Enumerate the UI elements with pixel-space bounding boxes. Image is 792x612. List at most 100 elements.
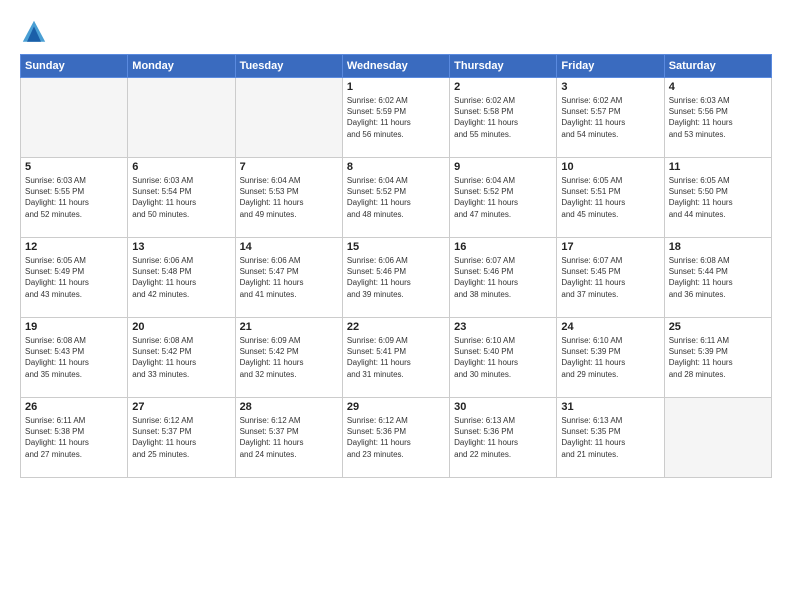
calendar-cell: 17 Sunrise: 6:07 AMSunset: 5:45 PMDayligh…	[557, 238, 664, 318]
calendar-cell: 10 Sunrise: 6:05 AMSunset: 5:51 PMDayligh…	[557, 158, 664, 238]
calendar-cell: 27 Sunrise: 6:12 AMSunset: 5:37 PMDayligh…	[128, 398, 235, 478]
weekday-saturday: Saturday	[664, 55, 771, 78]
day-number: 29	[347, 401, 445, 413]
week-row-4: 19Sunrise: 6:08 AMSunset: 5:43 PMDayligh…	[21, 318, 772, 398]
cell-info: Sunrise: 6:08 AMSunset: 5:44 PMDaylight:…	[669, 255, 767, 300]
weekday-tuesday: Tuesday	[235, 55, 342, 78]
calendar-cell: 11Sunrise: 6:05 AMSunset: 5:50 PMDayligh…	[664, 158, 771, 238]
day-number: 7	[240, 161, 338, 173]
calendar-cell	[664, 398, 771, 478]
cell-info: Sunrise: 6:03 AMSunset: 5:55 PMDaylight:…	[25, 175, 123, 220]
calendar-cell: 20Sunrise: 6:08 AMSunset: 5:42 PMDayligh…	[128, 318, 235, 398]
day-number: 25	[669, 321, 767, 333]
cell-info: Sunrise: 6:10 AMSunset: 5:40 PMDaylight:…	[454, 335, 552, 380]
calendar-cell: 19Sunrise: 6:08 AMSunset: 5:43 PMDayligh…	[21, 318, 128, 398]
cell-info: Sunrise: 6:06 AMSunset: 5:46 PMDaylight:…	[347, 255, 445, 300]
weekday-friday: Friday	[557, 55, 664, 78]
day-number: 15	[347, 241, 445, 253]
day-number: 11	[669, 161, 767, 173]
calendar-cell	[21, 78, 128, 158]
cell-info: Sunrise: 6:11 AMSunset: 5:39 PMDaylight:…	[669, 335, 767, 380]
cell-info: Sunrise: 6:08 AMSunset: 5:42 PMDaylight:…	[132, 335, 230, 380]
cell-info: Sunrise: 6:04 AMSunset: 5:52 PMDaylight:…	[454, 175, 552, 220]
cell-info: Sunrise: 6:13 AMSunset: 5:35 PMDaylight:…	[561, 415, 659, 460]
day-number: 8	[347, 161, 445, 173]
day-number: 17	[561, 241, 659, 253]
calendar-cell: 30Sunrise: 6:13 AMSunset: 5:36 PMDayligh…	[450, 398, 557, 478]
day-number: 18	[669, 241, 767, 253]
day-number: 31	[561, 401, 659, 413]
cell-info: Sunrise: 6:12 AMSunset: 5:37 PMDaylight:…	[132, 415, 230, 460]
day-number: 1	[347, 81, 445, 93]
logo	[20, 18, 54, 46]
cell-info: Sunrise: 6:12 AMSunset: 5:37 PMDaylight:…	[240, 415, 338, 460]
calendar-cell: 15 Sunrise: 6:06 AMSunset: 5:46 PMDayligh…	[342, 238, 449, 318]
cell-info: Sunrise: 6:03 AMSunset: 5:56 PMDaylight:…	[669, 95, 767, 140]
day-number: 12	[25, 241, 123, 253]
calendar-cell: 1 Sunrise: 6:02 AMSunset: 5:59 PMDaylight…	[342, 78, 449, 158]
day-number: 30	[454, 401, 552, 413]
cell-info: Sunrise: 6:09 AMSunset: 5:42 PMDaylight:…	[240, 335, 338, 380]
day-number: 14	[240, 241, 338, 253]
weekday-wednesday: Wednesday	[342, 55, 449, 78]
calendar-cell: 13Sunrise: 6:06 AMSunset: 5:48 PMDayligh…	[128, 238, 235, 318]
calendar-cell: 9 Sunrise: 6:04 AMSunset: 5:52 PMDaylight…	[450, 158, 557, 238]
cell-info: Sunrise: 6:10 AMSunset: 5:39 PMDaylight:…	[561, 335, 659, 380]
cell-info: Sunrise: 6:07 AMSunset: 5:45 PMDaylight:…	[561, 255, 659, 300]
calendar-cell: 12 Sunrise: 6:05 AMSunset: 5:49 PMDayligh…	[21, 238, 128, 318]
cell-info: Sunrise: 6:04 AMSunset: 5:53 PMDaylight:…	[240, 175, 338, 220]
calendar-cell: 2Sunrise: 6:02 AMSunset: 5:58 PMDaylight…	[450, 78, 557, 158]
calendar-cell: 14 Sunrise: 6:06 AMSunset: 5:47 PMDayligh…	[235, 238, 342, 318]
cell-info: Sunrise: 6:05 AMSunset: 5:51 PMDaylight:…	[561, 175, 659, 220]
calendar-cell: 22Sunrise: 6:09 AMSunset: 5:41 PMDayligh…	[342, 318, 449, 398]
calendar-cell: 24 Sunrise: 6:10 AMSunset: 5:39 PMDayligh…	[557, 318, 664, 398]
cell-info: Sunrise: 6:02 AMSunset: 5:59 PMDaylight:…	[347, 95, 445, 140]
calendar-cell: 8 Sunrise: 6:04 AMSunset: 5:52 PMDaylight…	[342, 158, 449, 238]
cell-info: Sunrise: 6:07 AMSunset: 5:46 PMDaylight:…	[454, 255, 552, 300]
calendar-cell: 16 Sunrise: 6:07 AMSunset: 5:46 PMDayligh…	[450, 238, 557, 318]
cell-info: Sunrise: 6:12 AMSunset: 5:36 PMDaylight:…	[347, 415, 445, 460]
weekday-thursday: Thursday	[450, 55, 557, 78]
calendar-cell: 21 Sunrise: 6:09 AMSunset: 5:42 PMDayligh…	[235, 318, 342, 398]
cell-info: Sunrise: 6:06 AMSunset: 5:48 PMDaylight:…	[132, 255, 230, 300]
calendar-cell: 18 Sunrise: 6:08 AMSunset: 5:44 PMDayligh…	[664, 238, 771, 318]
cell-info: Sunrise: 6:06 AMSunset: 5:47 PMDaylight:…	[240, 255, 338, 300]
week-row-3: 12 Sunrise: 6:05 AMSunset: 5:49 PMDayligh…	[21, 238, 772, 318]
day-number: 26	[25, 401, 123, 413]
cell-info: Sunrise: 6:02 AMSunset: 5:58 PMDaylight:…	[454, 95, 552, 140]
cell-info: Sunrise: 6:08 AMSunset: 5:43 PMDaylight:…	[25, 335, 123, 380]
weekday-sunday: Sunday	[21, 55, 128, 78]
day-number: 27	[132, 401, 230, 413]
calendar-cell: 29 Sunrise: 6:12 AMSunset: 5:36 PMDayligh…	[342, 398, 449, 478]
calendar-cell: 7 Sunrise: 6:04 AMSunset: 5:53 PMDaylight…	[235, 158, 342, 238]
week-row-1: 1 Sunrise: 6:02 AMSunset: 5:59 PMDaylight…	[21, 78, 772, 158]
cell-info: Sunrise: 6:04 AMSunset: 5:52 PMDaylight:…	[347, 175, 445, 220]
day-number: 9	[454, 161, 552, 173]
cell-info: Sunrise: 6:02 AMSunset: 5:57 PMDaylight:…	[561, 95, 659, 140]
calendar-cell: 28 Sunrise: 6:12 AMSunset: 5:37 PMDayligh…	[235, 398, 342, 478]
calendar-cell	[128, 78, 235, 158]
weekday-header-row: SundayMondayTuesdayWednesdayThursdayFrid…	[21, 55, 772, 78]
cell-info: Sunrise: 6:05 AMSunset: 5:49 PMDaylight:…	[25, 255, 123, 300]
day-number: 28	[240, 401, 338, 413]
calendar-cell: 26 Sunrise: 6:11 AMSunset: 5:38 PMDayligh…	[21, 398, 128, 478]
logo-icon	[20, 18, 48, 46]
day-number: 10	[561, 161, 659, 173]
calendar-cell: 25 Sunrise: 6:11 AMSunset: 5:39 PMDayligh…	[664, 318, 771, 398]
calendar-cell: 31 Sunrise: 6:13 AMSunset: 5:35 PMDayligh…	[557, 398, 664, 478]
calendar-cell: 23 Sunrise: 6:10 AMSunset: 5:40 PMDayligh…	[450, 318, 557, 398]
day-number: 16	[454, 241, 552, 253]
calendar: SundayMondayTuesdayWednesdayThursdayFrid…	[20, 54, 772, 478]
calendar-cell: 3Sunrise: 6:02 AMSunset: 5:57 PMDaylight…	[557, 78, 664, 158]
week-row-2: 5Sunrise: 6:03 AMSunset: 5:55 PMDaylight…	[21, 158, 772, 238]
calendar-cell: 4Sunrise: 6:03 AMSunset: 5:56 PMDaylight…	[664, 78, 771, 158]
day-number: 22	[347, 321, 445, 333]
calendar-cell: 6 Sunrise: 6:03 AMSunset: 5:54 PMDaylight…	[128, 158, 235, 238]
weekday-monday: Monday	[128, 55, 235, 78]
day-number: 6	[132, 161, 230, 173]
day-number: 23	[454, 321, 552, 333]
cell-info: Sunrise: 6:11 AMSunset: 5:38 PMDaylight:…	[25, 415, 123, 460]
day-number: 21	[240, 321, 338, 333]
cell-info: Sunrise: 6:03 AMSunset: 5:54 PMDaylight:…	[132, 175, 230, 220]
day-number: 24	[561, 321, 659, 333]
